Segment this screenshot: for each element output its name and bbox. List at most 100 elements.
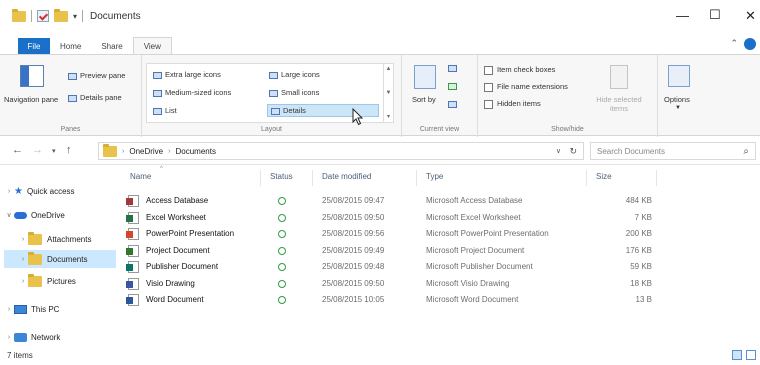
details-pane-button[interactable]: Details pane (68, 93, 122, 102)
refresh-icon[interactable]: ↻ (569, 146, 577, 157)
properties-icon[interactable] (37, 10, 49, 22)
breadcrumb-documents[interactable]: Documents (175, 147, 215, 156)
tab-home[interactable]: Home (50, 38, 91, 54)
column-divider[interactable] (312, 170, 313, 186)
layout-small-icons[interactable]: Small icons (269, 88, 319, 97)
navigation-pane-button[interactable] (20, 65, 44, 87)
checkbox (484, 99, 493, 109)
large-icons-view-icon[interactable] (746, 350, 756, 360)
options-button[interactable]: Options (664, 95, 690, 104)
breadcrumb-onedrive[interactable]: OneDrive (129, 147, 163, 156)
group-by-icon[interactable] (448, 65, 457, 72)
nav-pictures[interactable]: › Pictures (4, 272, 116, 290)
table-row[interactable]: Visio Drawing 25/08/2015 09:50 Microsoft V… (126, 277, 746, 292)
nav-item-label: Attachments (47, 234, 92, 244)
table-row[interactable]: PowerPoint Presentation 25/08/2015 09:56 M… (126, 227, 746, 242)
sync-status-icon (278, 230, 286, 240)
chevron-down-icon[interactable]: ▼ (675, 105, 681, 111)
tab-view[interactable]: View (132, 37, 172, 54)
collapse-icon[interactable]: ∨ (4, 211, 14, 219)
column-header-date-modified[interactable]: Date modified (322, 172, 371, 181)
folder-icon (28, 251, 42, 265)
recent-locations-icon[interactable]: ▾ (52, 147, 56, 155)
column-divider[interactable] (260, 170, 261, 186)
nav-attachments[interactable]: › Attachments (4, 230, 116, 248)
close-button[interactable]: ✕ (745, 8, 756, 24)
scroll-down-icon[interactable]: ▼ (386, 90, 392, 96)
table-row[interactable]: Access Database 25/08/2015 09:47 Microsoft… (126, 194, 746, 209)
nav-item-label: Pictures (47, 276, 76, 286)
preview-pane-button[interactable]: Preview pane (68, 71, 125, 80)
add-columns-icon[interactable] (448, 83, 457, 90)
up-button[interactable]: ↑ (66, 144, 72, 156)
file-size: 484 KB (625, 196, 652, 205)
nav-this-pc[interactable]: › This PC (4, 300, 59, 318)
expand-icon[interactable]: › (4, 306, 14, 313)
address-bar[interactable]: › OneDrive › Documents ∨ ↻ (98, 142, 584, 160)
preview-pane-icon (68, 72, 77, 80)
hidden-items-checkbox[interactable]: Hidden items (484, 99, 541, 109)
divider (82, 10, 84, 22)
panes-group-label: Panes (60, 126, 81, 133)
expand-icon[interactable]: › (4, 334, 14, 341)
item-check-boxes-checkbox[interactable]: Item check boxes (484, 65, 555, 75)
table-row[interactable]: Project Document 25/08/2015 09:49 Microsof… (126, 244, 746, 259)
table-row[interactable]: Publisher Document 25/08/2015 09:48 Micros… (126, 260, 746, 275)
column-header-name[interactable]: Name (130, 172, 151, 181)
nav-onedrive[interactable]: ∨ OneDrive (4, 206, 64, 224)
address-dropdown-icon[interactable]: ∨ (556, 147, 561, 155)
forward-button[interactable]: → (32, 144, 43, 156)
expand-gallery-icon[interactable]: ▾ (387, 113, 390, 120)
minimize-button[interactable]: — (676, 8, 689, 23)
details-view-icon[interactable] (732, 350, 742, 360)
chevron-up-icon[interactable]: ⌃ (730, 38, 738, 49)
table-row[interactable]: Word Document 25/08/2015 10:05 Microsoft W… (126, 293, 746, 308)
file-name-extensions-checkbox[interactable]: File name extensions (484, 82, 568, 92)
hide-selected-icon (610, 65, 628, 89)
table-row[interactable]: Excel Worksheet 25/08/2015 09:50 Microsoft… (126, 211, 746, 226)
expand-icon[interactable]: › (18, 278, 28, 285)
search-input[interactable]: Search Documents (597, 147, 665, 156)
expand-icon[interactable]: › (18, 236, 28, 243)
layout-extra-large-icons[interactable]: Extra large icons (153, 70, 221, 79)
nav-documents[interactable]: › Documents (4, 250, 116, 268)
file-icon (126, 261, 139, 273)
column-header-status[interactable]: Status (270, 172, 293, 181)
search-box[interactable]: Search Documents ⌕ (590, 142, 756, 160)
search-icon[interactable]: ⌕ (743, 146, 749, 157)
tab-share[interactable]: Share (91, 38, 132, 54)
layout-large-icons[interactable]: Large icons (269, 70, 320, 79)
scroll-up-icon[interactable]: ▲ (386, 66, 392, 72)
file-name: Word Document (146, 295, 204, 304)
maximize-button[interactable]: ☐ (709, 7, 721, 23)
size-columns-icon[interactable] (448, 101, 457, 108)
help-icon[interactable] (744, 38, 756, 50)
preview-pane-label: Preview pane (80, 71, 126, 80)
layout-medium-icons[interactable]: Medium-sized icons (153, 88, 231, 97)
column-divider[interactable] (416, 170, 417, 186)
layout-list[interactable]: List (153, 106, 177, 115)
column-divider[interactable] (656, 170, 657, 186)
sync-status-icon (278, 197, 286, 207)
file-date: 25/08/2015 09:56 (322, 229, 385, 238)
customize-toolbar-icon[interactable]: ▾ (73, 12, 77, 21)
tab-file[interactable]: File (18, 38, 50, 54)
layout-scrollbar[interactable]: ▲ ▼ ▾ (383, 64, 393, 122)
nav-network[interactable]: › Network (4, 328, 60, 346)
nav-quick-access[interactable]: › ★ Quick access (4, 182, 75, 200)
checkbox (484, 82, 493, 92)
column-header-size[interactable]: Size (596, 172, 612, 181)
column-divider[interactable] (586, 170, 587, 186)
expand-icon[interactable]: › (18, 256, 28, 263)
checkbox-label: Hidden items (497, 99, 541, 108)
options-icon[interactable] (668, 65, 690, 87)
medium-icons-icon (153, 89, 162, 97)
column-header-type[interactable]: Type (426, 172, 443, 181)
sort-by-button[interactable] (414, 65, 436, 89)
new-folder-icon[interactable] (54, 8, 68, 22)
file-date: 25/08/2015 09:50 (322, 212, 385, 222)
details-pane-label: Details pane (80, 93, 122, 102)
expand-icon[interactable]: › (4, 188, 14, 195)
back-button[interactable]: ← (12, 144, 23, 156)
hide-selected-items-button[interactable]: Hide selected items (592, 95, 646, 113)
